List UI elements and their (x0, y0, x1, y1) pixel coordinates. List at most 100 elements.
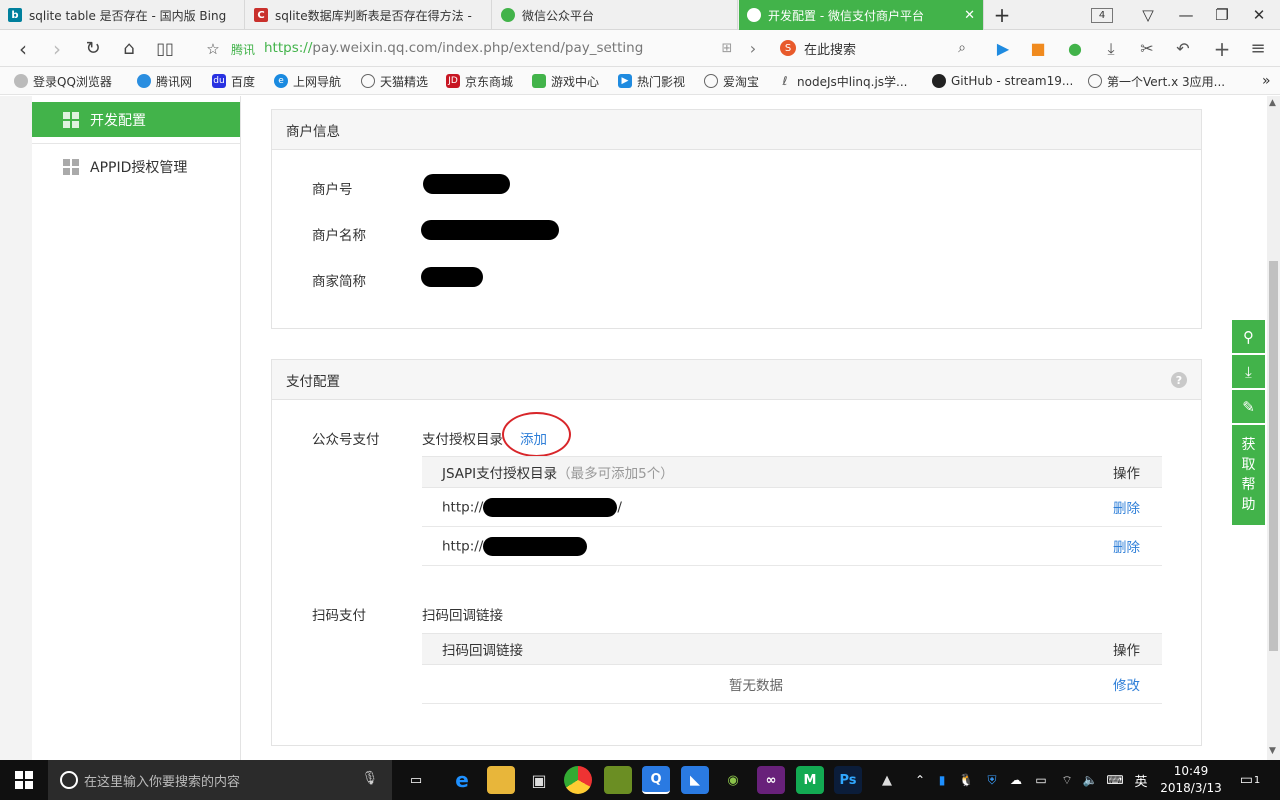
new-tab-button[interactable]: + (990, 0, 1014, 30)
grid-icon (63, 158, 79, 175)
menu-icon[interactable]: ≡ (1243, 30, 1273, 67)
merchant-name-label: 商户名称 (312, 228, 366, 244)
android-studio-icon[interactable]: ◉ (719, 766, 747, 794)
bookmarks-bar: 登录QQ浏览器 腾讯网 du 百度 e 上网导航 天猫精选 JD 京东商城 游戏中心 … (0, 67, 1280, 95)
photos-icon[interactable]: ▲ (873, 766, 901, 794)
edit-icon[interactable]: ✎ (1232, 390, 1265, 423)
battery-icon[interactable]: ▭ (1031, 760, 1051, 800)
sidebar-item-appid-auth[interactable]: APPID授权管理 (32, 149, 240, 184)
video-play-icon[interactable]: ▶ (988, 30, 1018, 67)
bookmark-item[interactable]: du 百度 (212, 67, 255, 95)
bookmark-item[interactable]: 天猫精选 (361, 67, 428, 95)
notification-center-icon[interactable]: ▭ 1 (1236, 760, 1264, 800)
edit-link[interactable]: 修改 (1113, 674, 1140, 694)
microphone-icon[interactable]: 🎙 (361, 771, 378, 786)
restore-button[interactable]: ❐ (1208, 0, 1236, 30)
store-icon[interactable]: ▣ (525, 766, 553, 794)
cloud-icon[interactable]: ☁ (1006, 760, 1026, 800)
download-icon[interactable]: ⤓ (1232, 355, 1265, 388)
bookmark-item[interactable]: ▶ 热门影视 (618, 67, 685, 95)
qq-browser-icon[interactable]: Q (642, 766, 670, 794)
help-char: 帮 (1241, 477, 1256, 493)
chrome-icon[interactable] (564, 766, 592, 794)
url-cell: http:// / (442, 497, 622, 517)
help-icon[interactable]: ? (1171, 372, 1187, 388)
bookmark-item[interactable]: ℓ nodeJs中linq.js学... (778, 67, 908, 95)
mongodb-icon[interactable]: M (796, 766, 824, 794)
back-button[interactable]: ‹ (8, 30, 38, 67)
star-icon[interactable]: ☆ (198, 30, 228, 67)
download-icon[interactable]: ⤓ (1096, 30, 1126, 67)
tab-wechat-pay[interactable]: 开发配置 - 微信支付商户平台 ✕ (739, 0, 984, 30)
panel-title-text: 商户信息 (286, 123, 340, 140)
close-icon[interactable]: ✕ (958, 8, 975, 23)
file-explorer-icon[interactable] (487, 766, 515, 794)
scroll-up-icon[interactable]: ▲ (1269, 98, 1276, 108)
tray-expand-icon[interactable]: ⌃ (912, 760, 928, 800)
url-input[interactable]: https://pay.weixin.qq.com/index.php/exte… (264, 40, 643, 56)
minimize-button[interactable]: — (1172, 0, 1200, 30)
bookmark-item[interactable]: JD 京东商城 (446, 67, 513, 95)
delete-link[interactable]: 删除 (1113, 536, 1140, 556)
table-row: 暂无数据 修改 (422, 665, 1162, 704)
home-button[interactable]: ⌂ (114, 30, 144, 67)
get-help-button[interactable]: 获 取 帮 助 (1232, 425, 1265, 525)
scroll-thumb[interactable] (1269, 261, 1278, 651)
search-icon[interactable]: ⌕ (958, 40, 966, 56)
tab-csdn[interactable]: C sqlite数据库判断表是否存在得方法 - (246, 0, 492, 30)
clock[interactable]: 10:49 2018/3/13 (1154, 763, 1228, 797)
more-bookmarks-icon[interactable]: » (1262, 67, 1271, 95)
tab-bing[interactable]: b sqlite table 是否存在 - 国内版 Bing (0, 0, 245, 30)
bookmark-item[interactable]: GitHub - stream19... (932, 67, 1073, 95)
csdn-icon: C (254, 8, 268, 22)
wechat-tool-icon[interactable]: ● (1060, 30, 1090, 67)
tab-count-button[interactable]: 4 (1089, 0, 1115, 30)
bookmark-label: 天猫精选 (380, 74, 429, 89)
close-window-button[interactable]: ✕ (1245, 0, 1273, 30)
notepad-icon[interactable] (604, 766, 632, 794)
visual-studio-icon[interactable]: ∞ (757, 766, 785, 794)
gamepad-icon (532, 74, 546, 88)
scroll-down-icon[interactable]: ▼ (1269, 746, 1276, 756)
wifi-icon[interactable]: ⌔ (1057, 760, 1077, 800)
edge-icon[interactable]: e (448, 766, 476, 794)
photoshop-icon[interactable]: Ps (834, 766, 862, 794)
refresh-button[interactable]: ↻ (78, 30, 108, 67)
bookmark-item[interactable]: 腾讯网 (137, 67, 192, 95)
keyboard-icon[interactable]: ⌨ (1104, 760, 1126, 800)
taskbar-search-input[interactable]: 在这里输入你要搜索的内容 🎙 (48, 760, 392, 800)
play-icon: ▶ (618, 74, 632, 88)
reading-mode-button[interactable]: ▯▯ (150, 30, 180, 67)
vscode-icon[interactable]: ◣ (681, 766, 709, 794)
volume-icon[interactable]: 🔈 (1080, 760, 1100, 800)
bookmark-item[interactable]: 爱淘宝 (704, 67, 759, 95)
sidebar-item-dev-config[interactable]: 开发配置 (32, 102, 240, 137)
delete-link[interactable]: 删除 (1113, 497, 1140, 517)
bookmark-item[interactable]: e 上网导航 (274, 67, 341, 95)
link-icon[interactable]: ⚲ (1232, 320, 1265, 353)
shield-icon[interactable]: ⛨ (983, 760, 1001, 800)
camera-icon[interactable]: ■ (1023, 30, 1053, 67)
search-box[interactable]: S 在此搜索 ⌕ (772, 36, 972, 61)
bookmark-item[interactable]: 登录QQ浏览器 (14, 67, 112, 95)
qq-icon[interactable]: 🐧 (957, 760, 975, 800)
ime-indicator[interactable]: 英 (1131, 760, 1151, 800)
bookmark-item[interactable]: 第一个Vert.x 3应用... (1088, 67, 1225, 95)
skin-icon[interactable]: ▽ (1136, 0, 1160, 30)
windows-start-button[interactable] (0, 760, 48, 800)
tray-app-icon[interactable]: ▮ (933, 760, 951, 800)
forward-button[interactable]: › (42, 30, 72, 67)
add-icon[interactable]: + (1207, 30, 1237, 67)
go-button[interactable]: › (738, 30, 768, 67)
task-view-icon[interactable]: ▭ (402, 766, 430, 794)
globe-icon (704, 74, 718, 88)
sidebar-item-label: 开发配置 (90, 112, 146, 129)
bookmark-item[interactable]: 游戏中心 (532, 67, 599, 95)
page-scrollbar[interactable]: ▲ ▼ (1267, 96, 1280, 760)
bookmark-label: 热门影视 (637, 74, 686, 89)
sidebar-divider (32, 143, 240, 144)
url-path: pay.weixin.qq.com/index.php/extend/pay_s… (312, 40, 644, 56)
tab-wechat-mp[interactable]: 微信公众平台 (493, 0, 738, 30)
undo-icon[interactable]: ↶ (1168, 30, 1198, 67)
scissors-icon[interactable]: ✂ (1132, 30, 1162, 67)
